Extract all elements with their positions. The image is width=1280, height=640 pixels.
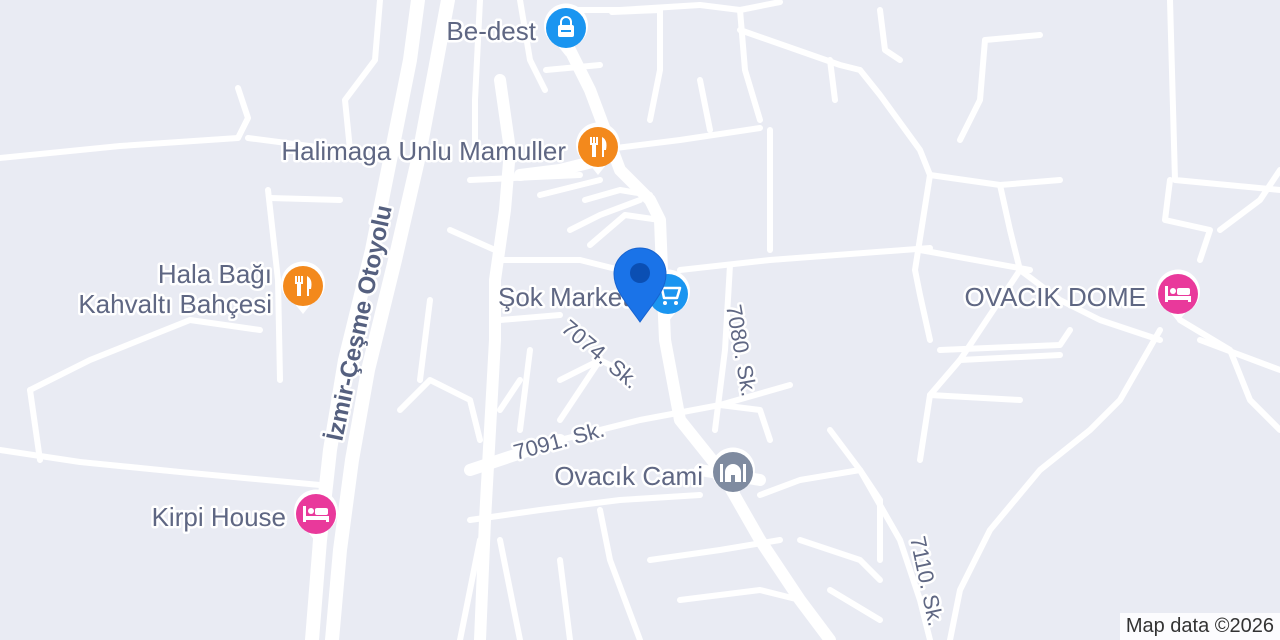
map-canvas[interactable]: İzmir-Çeşme Otoyolu 7074. Sk. 7080. Sk. … [0, 0, 1280, 640]
poi-label-line-1: Hala Bağı [158, 259, 272, 289]
poi-label: Ovacık Cami [554, 461, 703, 491]
poi-label: Halimaga Unlu Mamuller [281, 136, 566, 166]
location-pin-center [630, 263, 650, 283]
poi-label: OVACIK DOME [964, 282, 1146, 312]
poi-label-line-2: Kahvaltı Bahçesi [78, 289, 272, 319]
poi-label: Şok Market [498, 282, 630, 312]
map-attribution[interactable]: Map data ©2026 [1119, 613, 1280, 640]
poi-label: Kirpi House [152, 502, 286, 532]
poi-label: Be-dest [446, 16, 536, 46]
